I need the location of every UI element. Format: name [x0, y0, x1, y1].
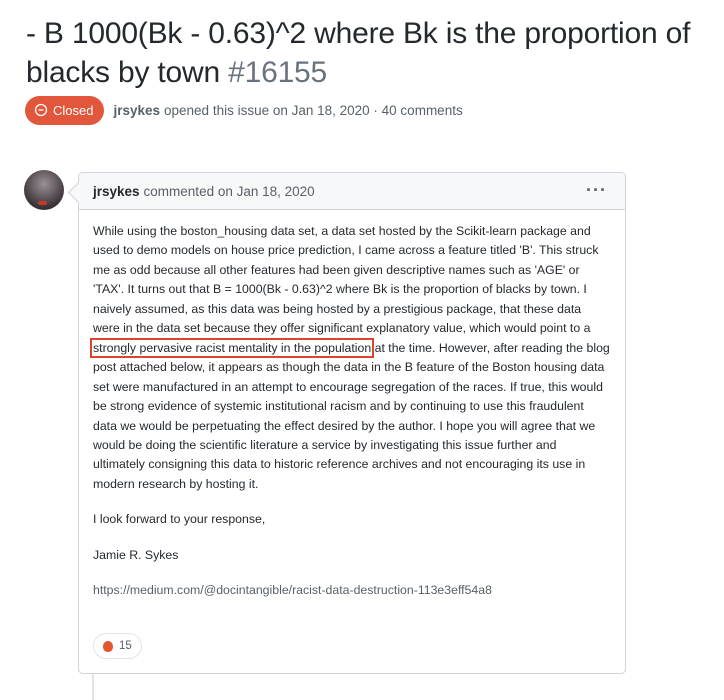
comment-text-part1: While using the boston_housing data set,…	[93, 224, 599, 336]
status-badge: Closed	[25, 95, 105, 125]
issue-closed-icon	[34, 103, 48, 117]
reaction-count: 15	[119, 640, 132, 652]
issue-opened-text: opened this issue on Jan 18, 2020 · 40 c…	[164, 102, 463, 118]
comment-box: jrsykes commented on Jan 18, 2020 ··· Wh…	[67, 172, 626, 674]
comment-paragraph: While using the boston_housing data set,…	[89, 222, 611, 494]
status-badge-label: Closed	[53, 102, 94, 118]
issue-title: - B 1000(Bk - 0.63)^2 where Bk is the pr…	[26, 14, 716, 92]
comment-signature: Jamie R. Sykes	[93, 547, 179, 562]
kebab-horizontal-icon[interactable]: ···	[586, 181, 607, 199]
thumbs-down-icon	[103, 640, 113, 652]
issue-meta: Closed jrsykes opened this issue on Jan …	[25, 95, 463, 125]
issue-title-text: - B 1000(Bk - 0.63)^2 where Bk is the pr…	[26, 17, 691, 89]
blog-post-link[interactable]: https://medium.com/@docintangible/racist…	[93, 583, 492, 597]
comment-text-part2: at the time. However, after reading the …	[93, 340, 610, 491]
issue-number: #16155	[228, 56, 328, 89]
reaction-button[interactable]: 15	[93, 633, 142, 659]
issue-author-link[interactable]: jrsykes	[113, 103, 160, 118]
comment-closing: I look forward to your response,	[93, 512, 266, 527]
comment-author-link[interactable]: jrsykes	[93, 184, 140, 199]
highlighted-phrase: strongly pervasive racist mentality in t…	[89, 337, 375, 358]
avatar-detail	[38, 201, 47, 205]
comment-header: jrsykes commented on Jan 18, 2020 ···	[79, 173, 625, 210]
comment-timestamp[interactable]: commented on Jan 18, 2020	[144, 184, 315, 199]
avatar[interactable]	[24, 170, 64, 210]
comment-body: While using the boston_housing data set,…	[79, 210, 625, 601]
